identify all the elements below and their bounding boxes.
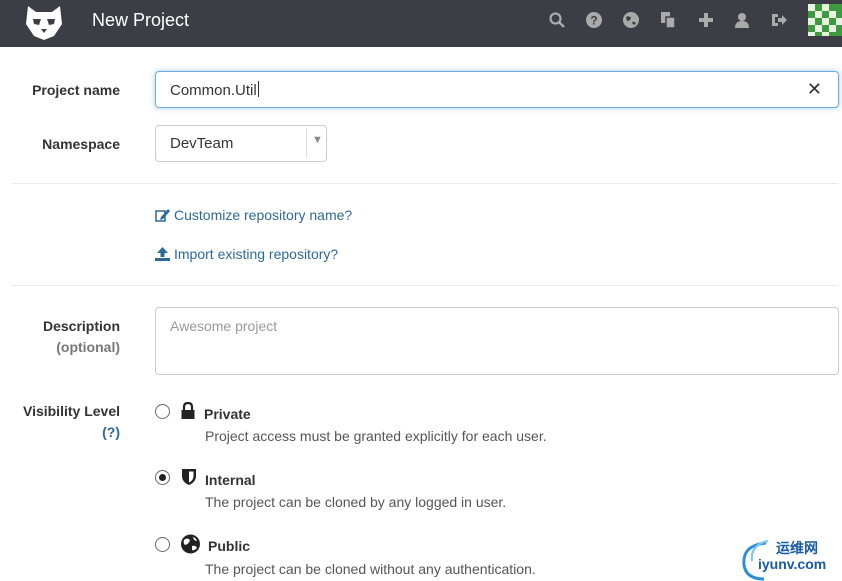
namespace-label: Namespace <box>42 136 120 152</box>
internal-desc: The project can be cloned by any logged … <box>205 494 507 510</box>
user-icon[interactable] <box>733 11 751 29</box>
watermark-text-cn: 运维网 <box>776 540 818 556</box>
text-caret <box>257 81 259 97</box>
page-title: New Project <box>92 10 190 30</box>
upload-icon <box>155 247 170 261</box>
clear-icon[interactable]: ✕ <box>807 79 822 100</box>
radio-public[interactable] <box>155 537 170 552</box>
namespace-select[interactable]: DevTeam ▼ <box>155 125 327 162</box>
gitlab-logo[interactable] <box>22 2 66 42</box>
globe-icon[interactable] <box>622 11 640 29</box>
project-name-input[interactable]: Common.Util ✕ <box>155 71 839 108</box>
lock-icon <box>181 402 195 419</box>
customize-repo-label: Customize repository name? <box>174 207 353 223</box>
globe-icon <box>181 534 200 554</box>
help-icon[interactable]: ? <box>585 11 603 29</box>
svg-text:?: ? <box>590 14 597 28</box>
project-name-value: Common.Util <box>170 82 257 99</box>
edit-icon <box>155 209 170 222</box>
import-repo-link[interactable]: Import existing repository? <box>155 246 338 262</box>
private-title: Private <box>204 406 251 422</box>
description-textarea[interactable]: Awesome project <box>155 307 839 375</box>
visibility-help-link[interactable]: (?) <box>102 424 120 440</box>
radio-internal[interactable] <box>155 470 170 485</box>
customize-repo-link[interactable]: Customize repository name? <box>155 207 352 223</box>
select-divider <box>306 129 307 158</box>
top-navbar: New Project ? <box>0 0 842 47</box>
radio-private[interactable] <box>155 404 170 419</box>
public-desc: The project can be cloned without any au… <box>205 561 536 577</box>
import-repo-label: Import existing repository? <box>174 246 339 262</box>
internal-title: Internal <box>205 472 256 488</box>
section-divider <box>12 183 838 184</box>
shield-icon <box>182 469 196 485</box>
sign-out-icon[interactable] <box>770 11 788 29</box>
user-avatar[interactable] <box>808 4 842 36</box>
copy-icon[interactable] <box>659 11 677 29</box>
visibility-label: Visibility Level <box>22 403 120 419</box>
public-title: Public <box>208 538 251 554</box>
section-divider <box>12 285 838 286</box>
description-label: Description <box>42 318 120 334</box>
namespace-value: DevTeam <box>170 135 234 152</box>
optional-label: (optional) <box>56 339 120 355</box>
watermark-text-en: iyunv.com <box>758 556 827 572</box>
search-icon[interactable] <box>548 11 566 29</box>
project-name-label: Project name <box>32 82 120 98</box>
private-desc: Project access must be granted explicitl… <box>205 428 547 444</box>
chevron-down-icon: ▼ <box>312 134 323 146</box>
plus-icon[interactable] <box>697 11 715 29</box>
description-placeholder: Awesome project <box>170 318 278 334</box>
